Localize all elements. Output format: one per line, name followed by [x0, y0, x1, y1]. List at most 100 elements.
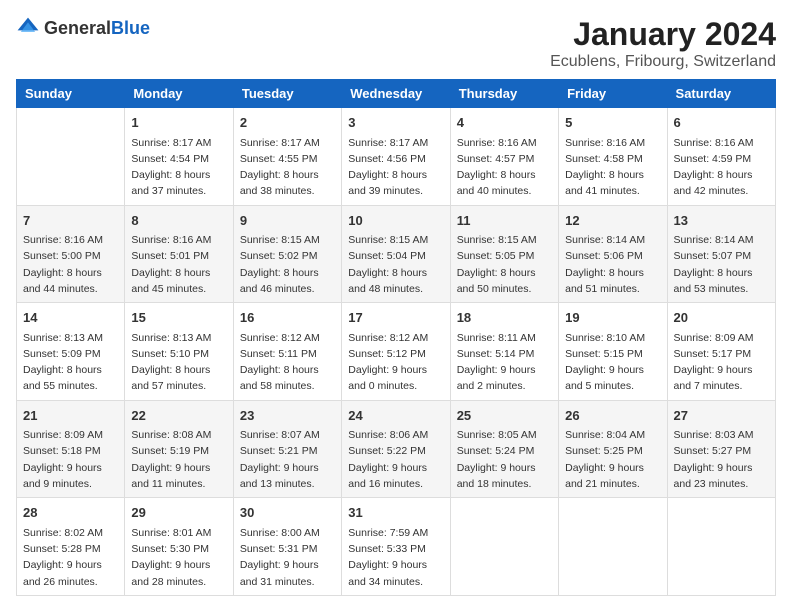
calendar-cell: 17Sunrise: 8:12 AM Sunset: 5:12 PM Dayli…	[342, 303, 450, 401]
day-number: 10	[348, 211, 443, 231]
calendar-cell: 5Sunrise: 8:16 AM Sunset: 4:58 PM Daylig…	[559, 108, 667, 206]
day-info: Sunrise: 8:16 AM Sunset: 4:57 PM Dayligh…	[457, 135, 552, 200]
page-header: GeneralBlue January 2024 Ecublens, Fribo…	[16, 16, 776, 71]
day-info: Sunrise: 8:11 AM Sunset: 5:14 PM Dayligh…	[457, 330, 552, 395]
day-info: Sunrise: 8:16 AM Sunset: 4:58 PM Dayligh…	[565, 135, 660, 200]
day-info: Sunrise: 8:13 AM Sunset: 5:10 PM Dayligh…	[131, 330, 226, 395]
day-info: Sunrise: 7:59 AM Sunset: 5:33 PM Dayligh…	[348, 525, 443, 590]
day-number: 27	[674, 406, 769, 426]
day-info: Sunrise: 8:14 AM Sunset: 5:07 PM Dayligh…	[674, 232, 769, 297]
month-title: January 2024	[550, 16, 776, 53]
calendar-cell	[667, 498, 775, 596]
calendar-cell: 4Sunrise: 8:16 AM Sunset: 4:57 PM Daylig…	[450, 108, 558, 206]
day-header-wednesday: Wednesday	[342, 80, 450, 108]
day-number: 25	[457, 406, 552, 426]
day-number: 23	[240, 406, 335, 426]
day-info: Sunrise: 8:15 AM Sunset: 5:05 PM Dayligh…	[457, 232, 552, 297]
day-number: 1	[131, 113, 226, 133]
day-info: Sunrise: 8:17 AM Sunset: 4:54 PM Dayligh…	[131, 135, 226, 200]
day-number: 30	[240, 503, 335, 523]
day-info: Sunrise: 8:09 AM Sunset: 5:18 PM Dayligh…	[23, 427, 118, 492]
location-title: Ecublens, Fribourg, Switzerland	[550, 53, 776, 71]
day-info: Sunrise: 8:04 AM Sunset: 5:25 PM Dayligh…	[565, 427, 660, 492]
calendar-cell: 10Sunrise: 8:15 AM Sunset: 5:04 PM Dayli…	[342, 205, 450, 303]
day-info: Sunrise: 8:14 AM Sunset: 5:06 PM Dayligh…	[565, 232, 660, 297]
day-number: 12	[565, 211, 660, 231]
day-number: 19	[565, 308, 660, 328]
calendar-week-3: 14Sunrise: 8:13 AM Sunset: 5:09 PM Dayli…	[17, 303, 776, 401]
logo-icon	[16, 16, 40, 40]
day-number: 20	[674, 308, 769, 328]
calendar-cell: 31Sunrise: 7:59 AM Sunset: 5:33 PM Dayli…	[342, 498, 450, 596]
calendar-cell: 6Sunrise: 8:16 AM Sunset: 4:59 PM Daylig…	[667, 108, 775, 206]
day-number: 18	[457, 308, 552, 328]
day-info: Sunrise: 8:15 AM Sunset: 5:04 PM Dayligh…	[348, 232, 443, 297]
calendar-cell	[17, 108, 125, 206]
day-info: Sunrise: 8:01 AM Sunset: 5:30 PM Dayligh…	[131, 525, 226, 590]
day-number: 29	[131, 503, 226, 523]
calendar-header-row: SundayMondayTuesdayWednesdayThursdayFrid…	[17, 80, 776, 108]
day-number: 2	[240, 113, 335, 133]
calendar-cell: 19Sunrise: 8:10 AM Sunset: 5:15 PM Dayli…	[559, 303, 667, 401]
calendar-cell: 7Sunrise: 8:16 AM Sunset: 5:00 PM Daylig…	[17, 205, 125, 303]
day-number: 6	[674, 113, 769, 133]
day-header-friday: Friday	[559, 80, 667, 108]
calendar-week-4: 21Sunrise: 8:09 AM Sunset: 5:18 PM Dayli…	[17, 400, 776, 498]
calendar-body: 1Sunrise: 8:17 AM Sunset: 4:54 PM Daylig…	[17, 108, 776, 596]
day-info: Sunrise: 8:09 AM Sunset: 5:17 PM Dayligh…	[674, 330, 769, 395]
day-info: Sunrise: 8:12 AM Sunset: 5:11 PM Dayligh…	[240, 330, 335, 395]
calendar-cell: 2Sunrise: 8:17 AM Sunset: 4:55 PM Daylig…	[233, 108, 341, 206]
day-info: Sunrise: 8:05 AM Sunset: 5:24 PM Dayligh…	[457, 427, 552, 492]
day-number: 11	[457, 211, 552, 231]
day-info: Sunrise: 8:13 AM Sunset: 5:09 PM Dayligh…	[23, 330, 118, 395]
day-info: Sunrise: 8:00 AM Sunset: 5:31 PM Dayligh…	[240, 525, 335, 590]
day-info: Sunrise: 8:17 AM Sunset: 4:55 PM Dayligh…	[240, 135, 335, 200]
day-header-thursday: Thursday	[450, 80, 558, 108]
day-info: Sunrise: 8:02 AM Sunset: 5:28 PM Dayligh…	[23, 525, 118, 590]
calendar-cell: 16Sunrise: 8:12 AM Sunset: 5:11 PM Dayli…	[233, 303, 341, 401]
day-number: 9	[240, 211, 335, 231]
day-header-monday: Monday	[125, 80, 233, 108]
calendar-table: SundayMondayTuesdayWednesdayThursdayFrid…	[16, 79, 776, 596]
day-number: 5	[565, 113, 660, 133]
day-number: 8	[131, 211, 226, 231]
calendar-cell: 21Sunrise: 8:09 AM Sunset: 5:18 PM Dayli…	[17, 400, 125, 498]
day-info: Sunrise: 8:17 AM Sunset: 4:56 PM Dayligh…	[348, 135, 443, 200]
calendar-cell	[450, 498, 558, 596]
day-info: Sunrise: 8:16 AM Sunset: 5:00 PM Dayligh…	[23, 232, 118, 297]
calendar-cell: 1Sunrise: 8:17 AM Sunset: 4:54 PM Daylig…	[125, 108, 233, 206]
calendar-cell	[559, 498, 667, 596]
day-number: 14	[23, 308, 118, 328]
calendar-cell: 26Sunrise: 8:04 AM Sunset: 5:25 PM Dayli…	[559, 400, 667, 498]
calendar-cell: 11Sunrise: 8:15 AM Sunset: 5:05 PM Dayli…	[450, 205, 558, 303]
title-area: January 2024 Ecublens, Fribourg, Switzer…	[550, 16, 776, 71]
day-number: 28	[23, 503, 118, 523]
day-info: Sunrise: 8:06 AM Sunset: 5:22 PM Dayligh…	[348, 427, 443, 492]
calendar-cell: 28Sunrise: 8:02 AM Sunset: 5:28 PM Dayli…	[17, 498, 125, 596]
logo-text: GeneralBlue	[44, 18, 150, 39]
day-info: Sunrise: 8:12 AM Sunset: 5:12 PM Dayligh…	[348, 330, 443, 395]
day-info: Sunrise: 8:10 AM Sunset: 5:15 PM Dayligh…	[565, 330, 660, 395]
day-number: 7	[23, 211, 118, 231]
day-info: Sunrise: 8:08 AM Sunset: 5:19 PM Dayligh…	[131, 427, 226, 492]
calendar-cell: 22Sunrise: 8:08 AM Sunset: 5:19 PM Dayli…	[125, 400, 233, 498]
day-number: 31	[348, 503, 443, 523]
calendar-week-2: 7Sunrise: 8:16 AM Sunset: 5:00 PM Daylig…	[17, 205, 776, 303]
day-info: Sunrise: 8:16 AM Sunset: 4:59 PM Dayligh…	[674, 135, 769, 200]
calendar-cell: 30Sunrise: 8:00 AM Sunset: 5:31 PM Dayli…	[233, 498, 341, 596]
calendar-cell: 23Sunrise: 8:07 AM Sunset: 5:21 PM Dayli…	[233, 400, 341, 498]
calendar-week-1: 1Sunrise: 8:17 AM Sunset: 4:54 PM Daylig…	[17, 108, 776, 206]
day-number: 15	[131, 308, 226, 328]
logo: GeneralBlue	[16, 16, 150, 40]
calendar-cell: 13Sunrise: 8:14 AM Sunset: 5:07 PM Dayli…	[667, 205, 775, 303]
day-number: 3	[348, 113, 443, 133]
calendar-cell: 15Sunrise: 8:13 AM Sunset: 5:10 PM Dayli…	[125, 303, 233, 401]
calendar-cell: 9Sunrise: 8:15 AM Sunset: 5:02 PM Daylig…	[233, 205, 341, 303]
day-number: 24	[348, 406, 443, 426]
day-header-sunday: Sunday	[17, 80, 125, 108]
day-header-tuesday: Tuesday	[233, 80, 341, 108]
day-number: 26	[565, 406, 660, 426]
day-number: 4	[457, 113, 552, 133]
calendar-cell: 3Sunrise: 8:17 AM Sunset: 4:56 PM Daylig…	[342, 108, 450, 206]
day-info: Sunrise: 8:15 AM Sunset: 5:02 PM Dayligh…	[240, 232, 335, 297]
